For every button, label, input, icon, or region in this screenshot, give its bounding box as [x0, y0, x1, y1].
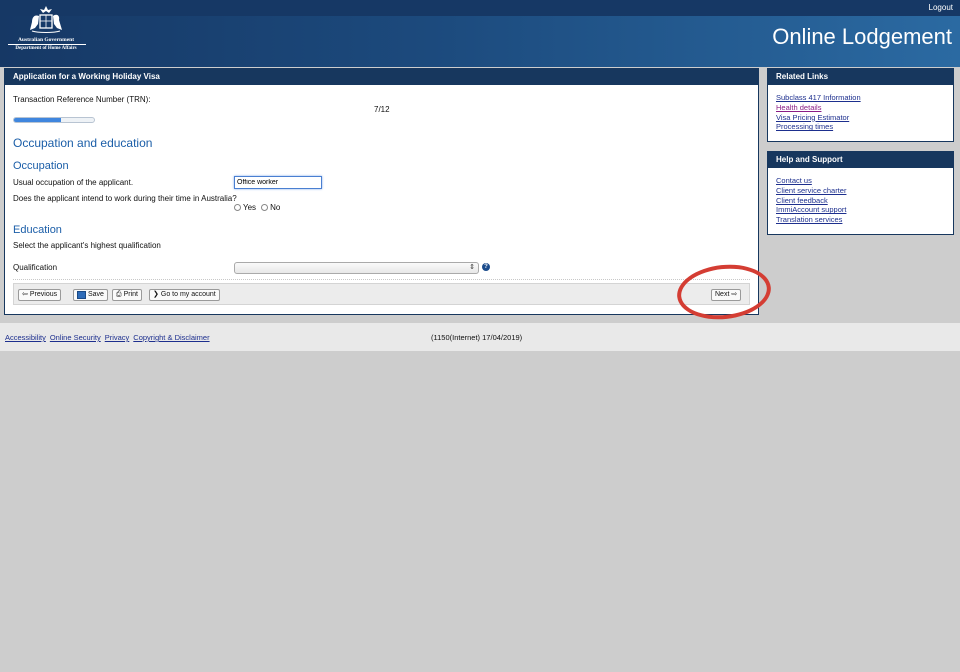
- print-label: Print: [123, 291, 139, 298]
- button-bar: ⇦ Previous Save ⎙ Print ❯ Go to my accou…: [13, 283, 750, 305]
- printer-icon: ⎙: [116, 291, 122, 298]
- related-link-pricing-estimator[interactable]: Visa Pricing Estimator: [776, 113, 945, 123]
- logout-link[interactable]: Logout: [929, 3, 953, 12]
- save-label: Save: [88, 291, 104, 298]
- help-support-box: Help and Support Contact us Client servi…: [767, 151, 954, 235]
- divider: [13, 279, 750, 280]
- related-link-processing-times[interactable]: Processing times: [776, 122, 945, 132]
- work-radio-group: Yes No: [234, 203, 280, 212]
- help-icon[interactable]: ?: [482, 263, 490, 271]
- work-no-label: No: [270, 203, 281, 212]
- footer-link-copyright[interactable]: Copyright & Disclaimer: [133, 333, 209, 342]
- application-panel: Application for a Working Holiday Visa T…: [4, 68, 759, 315]
- progress-fill: [14, 118, 61, 122]
- qualification-select[interactable]: ⇕: [234, 262, 479, 274]
- government-logo: Australian Government Department of Home…: [8, 4, 86, 60]
- floppy-disk-icon: [77, 291, 86, 299]
- work-no-radio[interactable]: [261, 204, 269, 211]
- work-question-label: Does the applicant intend to work during…: [13, 194, 237, 203]
- coat-of-arms-icon: [30, 6, 62, 33]
- site-footer: Accessibility Online Security Privacy Co…: [0, 323, 960, 351]
- qualification-label: Qualification: [13, 263, 58, 272]
- help-link-service-charter[interactable]: Client service charter: [776, 186, 945, 196]
- help-link-contact-us[interactable]: Contact us: [776, 176, 945, 186]
- section-title: Occupation and education: [13, 136, 153, 150]
- work-yes-radio[interactable]: [234, 204, 241, 211]
- footer-links: Accessibility Online Security Privacy Co…: [5, 333, 210, 342]
- department-name: Department of Home Affairs: [15, 46, 77, 51]
- related-links-title: Related Links: [768, 69, 953, 85]
- related-links-box: Related Links Subclass 417 Information H…: [767, 68, 954, 142]
- help-support-title: Help and Support: [768, 152, 953, 168]
- help-link-immiaccount-support[interactable]: ImmiAccount support: [776, 205, 945, 215]
- footer-link-online-security[interactable]: Online Security: [50, 333, 101, 342]
- chevron-right-icon: ❯: [153, 291, 159, 298]
- select-arrows-icon: ⇕: [469, 264, 475, 271]
- usual-occupation-input[interactable]: [234, 176, 322, 189]
- save-button[interactable]: Save: [73, 289, 108, 301]
- gov-name: Australian Government: [17, 37, 75, 43]
- related-link-health-details[interactable]: Health details: [776, 103, 945, 113]
- previous-button[interactable]: ⇦ Previous: [18, 289, 62, 301]
- related-link-subclass-417[interactable]: Subclass 417 Information: [776, 93, 945, 103]
- app-title: Online Lodgement: [772, 24, 952, 49]
- usual-occupation-label: Usual occupation of the applicant.: [13, 178, 134, 187]
- footer-link-accessibility[interactable]: Accessibility: [5, 333, 46, 342]
- help-link-translation-services[interactable]: Translation services: [776, 215, 945, 225]
- arrow-left-icon: ⇦: [22, 291, 28, 298]
- previous-label: Previous: [29, 291, 58, 298]
- education-instruction: Select the applicant's highest qualifica…: [13, 241, 161, 250]
- page-counter: 7/12: [374, 105, 390, 114]
- go-to-account-button[interactable]: ❯ Go to my account: [149, 289, 220, 301]
- panel-title: Application for a Working Holiday Visa: [5, 69, 758, 85]
- print-button[interactable]: ⎙ Print: [112, 289, 143, 301]
- work-yes-label: Yes: [243, 203, 257, 212]
- account-label: Go to my account: [160, 291, 216, 298]
- education-heading: Education: [13, 224, 62, 236]
- footer-link-privacy[interactable]: Privacy: [105, 333, 130, 342]
- logo-divider: [8, 44, 86, 45]
- trn-label: Transaction Reference Number (TRN):: [13, 95, 151, 104]
- help-link-client-feedback[interactable]: Client feedback: [776, 196, 945, 206]
- occupation-heading: Occupation: [13, 160, 69, 172]
- site-header: Logout Online Lodgement Australian Gover…: [0, 0, 960, 67]
- progress-bar: [13, 117, 95, 123]
- build-info: (1150(Internet) 17/04/2019): [431, 333, 523, 342]
